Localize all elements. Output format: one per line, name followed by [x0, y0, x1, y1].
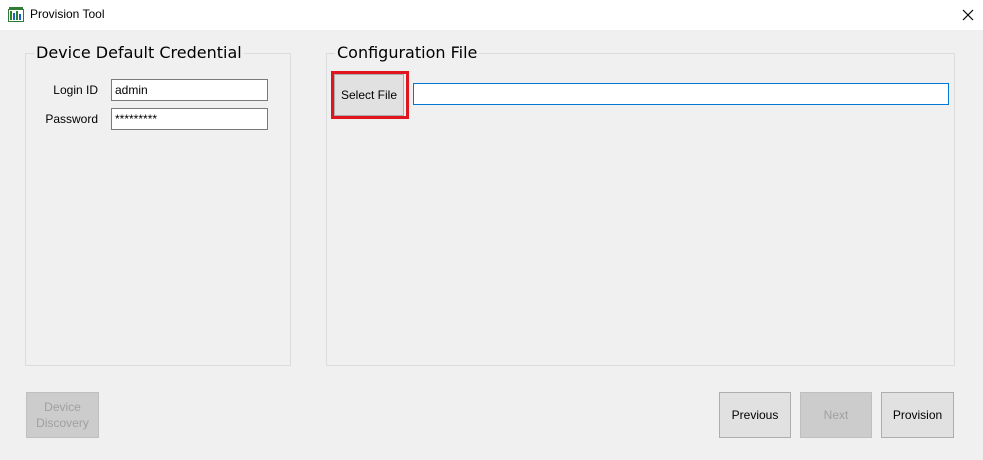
provision-tool-icon — [8, 7, 24, 23]
select-file-highlight — [331, 71, 409, 119]
close-icon — [962, 9, 974, 21]
close-button[interactable] — [953, 0, 983, 30]
provision-button[interactable]: Provision — [881, 392, 954, 438]
device-discovery-button[interactable]: Device Discovery — [26, 392, 99, 438]
login-id-label: Login ID — [53, 83, 98, 97]
previous-button[interactable]: Previous — [719, 392, 791, 438]
password-input[interactable] — [111, 108, 268, 130]
file-path-input[interactable] — [413, 83, 949, 105]
password-label: Password — [45, 112, 98, 126]
window-title: Provision Tool — [30, 7, 105, 21]
next-button[interactable]: Next — [800, 392, 872, 438]
login-id-input[interactable] — [111, 79, 268, 101]
title-bar: Provision Tool — [0, 0, 983, 30]
config-group-title: Configuration File — [335, 43, 480, 62]
credential-group-title: Device Default Credential — [34, 43, 244, 62]
